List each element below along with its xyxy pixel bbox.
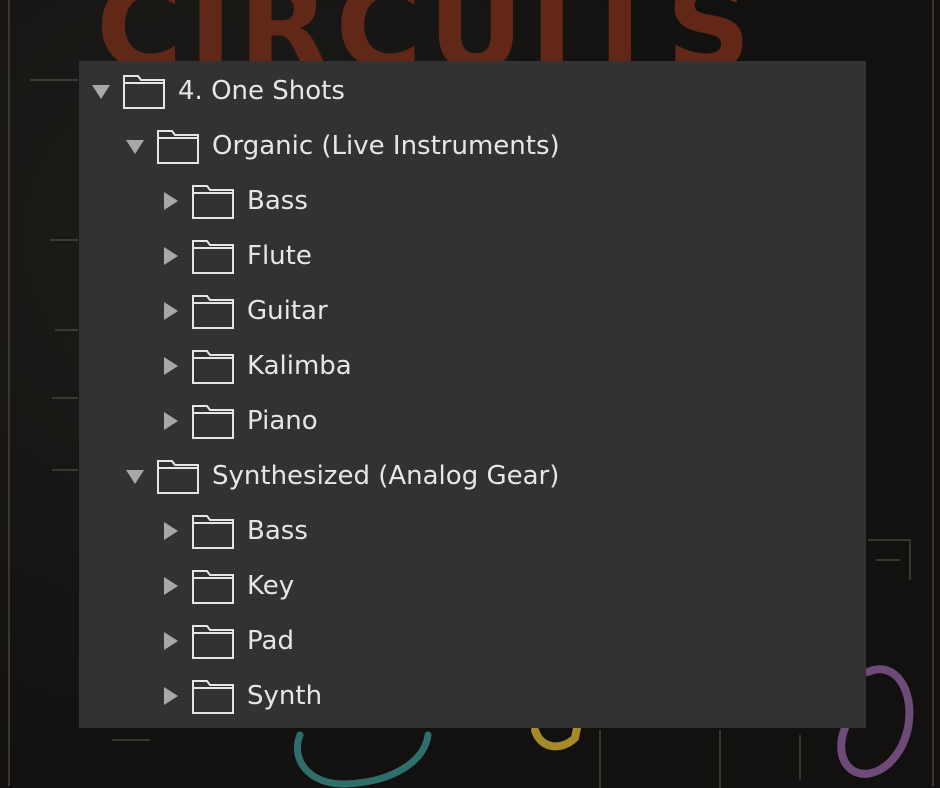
folder-icon [191, 182, 235, 220]
tree-row-label: Flute [247, 241, 312, 271]
collapse-triangle-icon[interactable] [157, 518, 183, 544]
tree-row-label: Guitar [247, 296, 328, 326]
tree-row-one-shots[interactable]: 4. One Shots [88, 71, 345, 111]
folder-icon [122, 72, 166, 110]
folder-icon [191, 402, 235, 440]
tree-row-label: Pad [247, 626, 294, 656]
collapse-triangle-icon[interactable] [157, 408, 183, 434]
tree-row-label: Bass [247, 516, 308, 546]
expand-triangle-icon[interactable] [122, 463, 148, 489]
collapse-triangle-icon[interactable] [157, 243, 183, 269]
collapse-triangle-icon[interactable] [157, 188, 183, 214]
tree-row-organic-guitar[interactable]: Guitar [157, 291, 328, 331]
tree-row-label: Synth [247, 681, 323, 711]
folder-icon [191, 292, 235, 330]
tree-row-label: Bass [247, 186, 308, 216]
collapse-triangle-icon[interactable] [157, 683, 183, 709]
tree-row-synth-pad[interactable]: Pad [157, 621, 294, 661]
tree-row-organic-flute[interactable]: Flute [157, 236, 312, 276]
folder-icon [191, 677, 235, 715]
tree-row-synth-synth[interactable]: Synth [157, 676, 322, 716]
tree-row-organic[interactable]: Organic (Live Instruments) [122, 126, 560, 166]
tree-row-organic-piano[interactable]: Piano [157, 401, 318, 441]
folder-icon [191, 237, 235, 275]
collapse-triangle-icon[interactable] [157, 628, 183, 654]
tree-row-synthesized[interactable]: Synthesized (Analog Gear) [122, 456, 559, 496]
tree-row-label: Synthesized (Analog Gear) [212, 461, 560, 491]
tree-row-label: Piano [247, 406, 318, 436]
folder-icon [191, 347, 235, 385]
folder-icon [191, 622, 235, 660]
expand-triangle-icon[interactable] [122, 133, 148, 159]
tree-row-label: Organic (Live Instruments) [212, 131, 560, 161]
tree-row-label: Kalimba [247, 351, 352, 381]
tree-row-label: 4. One Shots [178, 76, 345, 106]
collapse-triangle-icon[interactable] [157, 298, 183, 324]
folder-icon [156, 457, 200, 495]
tree-row-synth-bass[interactable]: Bass [157, 511, 308, 551]
folder-icon [191, 512, 235, 550]
tree-row-label: Key [247, 571, 295, 601]
folder-icon [191, 567, 235, 605]
collapse-triangle-icon[interactable] [157, 573, 183, 599]
tree-row-synth-key[interactable]: Key [157, 566, 294, 606]
tree-row-organic-bass[interactable]: Bass [157, 181, 308, 221]
folder-icon [156, 127, 200, 165]
collapse-triangle-icon[interactable] [157, 353, 183, 379]
tree-row-organic-kalimba[interactable]: Kalimba [157, 346, 352, 386]
expand-triangle-icon[interactable] [88, 78, 114, 104]
